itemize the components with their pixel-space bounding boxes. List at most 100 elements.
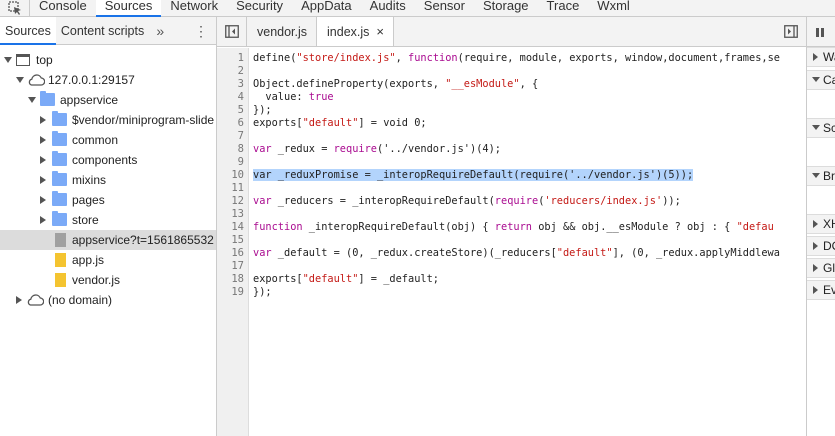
- collapse-arrow-icon[interactable]: [38, 110, 48, 130]
- line-number[interactable]: 15: [218, 234, 244, 247]
- tab-trace[interactable]: Trace: [538, 0, 589, 16]
- expand-arrow-icon[interactable]: [27, 90, 37, 110]
- code-line-12: var _reducers = _interopRequireDefault(r…: [253, 195, 681, 207]
- code-content[interactable]: define("store/index.js", function(requir…: [253, 48, 806, 436]
- collapse-arrow-icon[interactable]: [38, 190, 48, 210]
- editor-tab-index-js[interactable]: index.js ×: [316, 17, 395, 47]
- editor-tab-label: vendor.js: [257, 24, 308, 39]
- line-number[interactable]: 16: [218, 247, 244, 260]
- line-number[interactable]: 11: [218, 182, 244, 195]
- tree-item-vendor-js[interactable]: vendor.js: [0, 270, 216, 290]
- tree-item-common-folder[interactable]: common: [0, 130, 216, 150]
- line-number[interactable]: 5: [218, 104, 244, 117]
- toggle-debugger-icon[interactable]: [784, 25, 798, 38]
- tree-item-label: components: [72, 153, 138, 167]
- tab-appdata[interactable]: AppData: [292, 0, 361, 16]
- more-tabs-icon[interactable]: »: [149, 17, 171, 44]
- section-xhr-breakpoints[interactable]: XH: [807, 214, 835, 234]
- devtools-tab-bar: Console Sources Network Security AppData…: [0, 0, 835, 17]
- tree-item-appservice-file[interactable]: appservice?t=1561865532: [0, 230, 216, 250]
- line-number[interactable]: 9: [218, 156, 244, 169]
- debugger-sidebar: Wa Ca Sc Br XH DO Gl Ev: [806, 17, 835, 436]
- line-number[interactable]: 6: [218, 117, 244, 130]
- line-number[interactable]: 4: [218, 91, 244, 104]
- section-global-listeners[interactable]: Gl: [807, 258, 835, 278]
- tab-security[interactable]: Security: [227, 0, 292, 16]
- tab-audits[interactable]: Audits: [361, 0, 415, 16]
- tab-storage[interactable]: Storage: [474, 0, 538, 16]
- section-label: DO: [823, 239, 835, 253]
- code-line-14: function _interopRequireDefault(obj) { r…: [253, 221, 774, 233]
- folder-icon: [52, 151, 67, 166]
- expand-arrow-icon[interactable]: [15, 70, 25, 90]
- code-editor: vendor.js index.js × 1 2 3 4 5 6 7 8 9 10 11 12 13 14…: [217, 17, 806, 436]
- collapse-arrow-icon[interactable]: [38, 150, 48, 170]
- expand-arrow-icon: [812, 119, 820, 137]
- expand-arrow-icon: [812, 167, 820, 185]
- tree-item-label: appservice?t=1561865532: [72, 233, 214, 247]
- tree-item-components-folder[interactable]: components: [0, 150, 216, 170]
- tree-item-mixins-folder[interactable]: mixins: [0, 170, 216, 190]
- tree-item-vendor-folder[interactable]: $vendor/miniprogram-slide: [0, 110, 216, 130]
- line-number[interactable]: 3: [218, 78, 244, 91]
- line-number[interactable]: 12: [218, 195, 244, 208]
- section-dom-breakpoints[interactable]: DO: [807, 236, 835, 256]
- collapse-arrow-icon: [812, 215, 820, 233]
- close-icon[interactable]: ×: [376, 17, 384, 47]
- code-line-5: });: [253, 104, 272, 116]
- code-line-16: var _default = (0, _redux.createStore)(_…: [253, 247, 780, 259]
- tab-content-scripts[interactable]: Content scripts: [56, 17, 149, 44]
- line-number[interactable]: 13: [218, 208, 244, 221]
- sidebar-toggle-icon: [224, 25, 239, 38]
- pause-icon[interactable]: [816, 28, 825, 37]
- section-label: Wa: [823, 50, 835, 64]
- folder-icon: [52, 171, 67, 186]
- tree-item-label: app.js: [72, 253, 105, 267]
- collapse-arrow-icon[interactable]: [38, 170, 48, 190]
- collapse-arrow-icon[interactable]: [14, 290, 24, 310]
- code-line-3: Object.defineProperty(exports, "__esModu…: [253, 78, 539, 90]
- line-number[interactable]: 18: [218, 273, 244, 286]
- section-scope[interactable]: Sc: [807, 118, 835, 138]
- line-number[interactable]: 10: [218, 169, 244, 182]
- tab-console[interactable]: Console: [30, 0, 96, 16]
- line-number-gutter: 1 2 3 4 5 6 7 8 9 10 11 12 13 14 15 16 17 18 19: [217, 48, 249, 436]
- section-event-listener-breakpoints[interactable]: Ev: [807, 280, 835, 300]
- tree-item-origin[interactable]: 127.0.0.1:29157: [0, 70, 216, 90]
- section-call-stack[interactable]: Ca: [807, 70, 835, 90]
- editor-tab-vendor-js[interactable]: vendor.js: [247, 17, 316, 46]
- line-number[interactable]: 8: [218, 143, 244, 156]
- tab-wxml[interactable]: Wxml: [588, 0, 639, 16]
- tree-item-appservice-folder[interactable]: appservice: [0, 90, 216, 110]
- line-number[interactable]: 7: [218, 130, 244, 143]
- tab-sources[interactable]: Sources: [95, 0, 162, 17]
- cloud-icon: [28, 74, 45, 86]
- section-watch[interactable]: Wa: [807, 47, 835, 67]
- tree-item-label: top: [36, 53, 53, 67]
- navigator-menu-icon[interactable]: ⋮: [194, 17, 208, 45]
- tree-item-pages-folder[interactable]: pages: [0, 190, 216, 210]
- tab-navigator-sources[interactable]: Sources: [0, 17, 56, 45]
- section-label: Ev: [823, 283, 835, 297]
- section-breakpoints[interactable]: Br: [807, 166, 835, 186]
- line-number[interactable]: 14: [218, 221, 244, 234]
- tree-item-no-domain[interactable]: (no domain): [0, 290, 216, 310]
- tree-item-top[interactable]: top: [0, 50, 216, 70]
- tab-sensor[interactable]: Sensor: [415, 0, 474, 16]
- inspect-element-button[interactable]: [0, 0, 30, 16]
- expand-arrow-icon[interactable]: [3, 50, 13, 70]
- line-number[interactable]: 19: [218, 286, 244, 299]
- line-number[interactable]: 1: [218, 52, 244, 65]
- frame-icon: [16, 54, 30, 66]
- tree-item-app-js[interactable]: app.js: [0, 250, 216, 270]
- tree-item-store-folder[interactable]: store: [0, 210, 216, 230]
- collapse-arrow-icon[interactable]: [38, 210, 48, 230]
- tree-item-label: common: [72, 133, 119, 147]
- line-number[interactable]: 2: [218, 65, 244, 78]
- file-navigator: Sources Content scripts » ⋮ top 127.0.0.…: [0, 17, 217, 436]
- editor-tab-label: index.js: [327, 24, 370, 39]
- tab-network[interactable]: Network: [161, 0, 227, 16]
- toggle-navigator-button[interactable]: [217, 17, 247, 46]
- line-number[interactable]: 17: [218, 260, 244, 273]
- collapse-arrow-icon[interactable]: [38, 130, 48, 150]
